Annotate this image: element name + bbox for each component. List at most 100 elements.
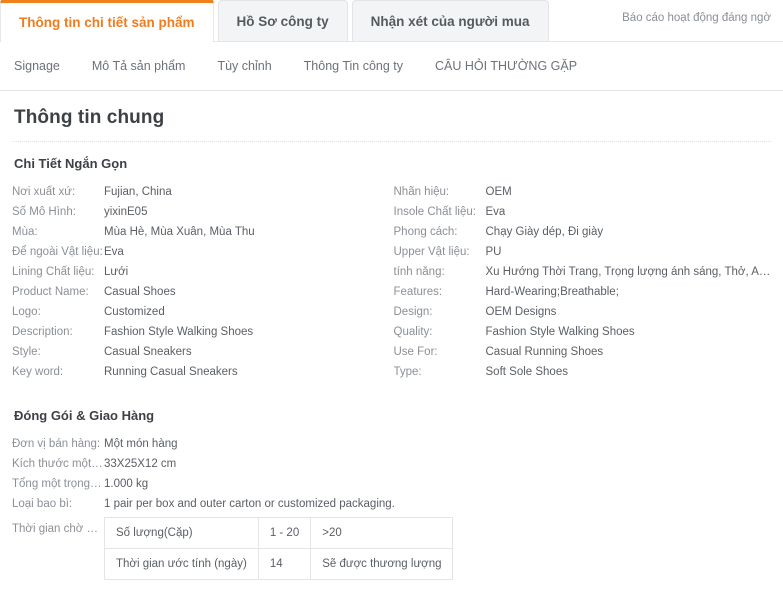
spec-value: OEM [485,186,512,198]
spec-value: yixinE05 [104,206,148,218]
spec-label: tính năng: [393,266,445,278]
pack-value: Một món hàng [104,438,178,450]
page-title: Thông tin chung [14,107,165,128]
pack-value: 33X25X12 cm [104,458,177,470]
table-row: Thời gian ước tính (ngày) 14 Sẽ được thư… [104,548,454,580]
spec-value: PU [485,246,502,258]
spec-row: Key word: Running Casual Sneakers [12,362,392,382]
table-cell: Số lượng(Cặp) [104,517,259,549]
main-content: Thông tin chung Chi Tiết Ngắn Gọn Nơi xu… [0,91,783,600]
spec-row: Upper Vật liệu: PU [394,242,772,262]
spec-row: Description: Fashion Style Walking Shoes [12,322,392,342]
spec-value: Casual Sneakers [104,346,192,358]
spec-value: Fashion Style Walking Shoes [104,326,254,338]
pack-label: Loại bao bì: [12,498,73,510]
tab-label: Thông tin chi tiết sản phẩm [19,14,195,30]
spec-row: Phong cách: Chạy Giày dép, Đi giày [394,222,772,242]
spec-value: Eva [104,246,124,258]
spec-value: Hard-Wearing;Breathable; [485,286,619,298]
quick-details-right-column: Nhãn hiệu: OEM Insole Chất liệu: Eva Pho… [392,182,772,382]
table-cell: Sẽ được thương lượng [310,548,454,580]
lead-time-row: Thời gian chờ giao ... Số lượng(Cặp) 1 -… [12,517,771,580]
table-cell: >20 [310,517,454,549]
pack-label: Tổng một trọng lư... [12,478,104,490]
spec-row: Style: Casual Sneakers [12,342,392,362]
packaging-heading: Đóng Gói & Giao Hàng [14,408,155,423]
tab-company-profile[interactable]: Hồ Sơ công ty [217,0,348,41]
lead-time-label: Thời gian chờ giao ... [12,523,104,535]
spec-row: Type: Soft Sole Shoes [394,362,772,382]
spec-row: Features: Hard-Wearing;Breathable; [394,282,772,302]
nav-item-product-description[interactable]: Mô Tả sản phẩm [92,59,186,73]
spec-label: Description: [12,326,73,338]
tab-product-details[interactable]: Thông tin chi tiết sản phẩm [0,0,214,42]
tab-buyer-reviews[interactable]: Nhận xét của người mua [351,0,549,41]
spec-value: OEM Designs [485,306,557,318]
title-divider [12,141,771,142]
spec-label: Upper Vật liệu: [393,246,470,258]
spec-label: Product Name: [12,286,89,298]
spec-value: Mùa Hè, Mùa Xuân, Mùa Thu [104,226,255,238]
packaging-delivery-section: Đóng Gói & Giao Hàng Đơn vị bán hàng: Mộ… [12,408,771,580]
spec-row: Use For: Casual Running Shoes [394,342,772,362]
nav-item-customization[interactable]: Tùy chỉnh [217,59,271,73]
spec-label: Logo: [12,306,41,318]
tab-bar: Thông tin chi tiết sản phẩm Hồ Sơ công t… [0,0,783,42]
spec-label: Insole Chất liệu: [393,206,476,218]
spec-label: Phong cách: [393,226,458,238]
spec-row: Để ngoài Vật liệu: Eva [12,242,392,262]
spec-label: Để ngoài Vật liệu: [12,246,103,258]
spec-value: Customized [104,306,165,318]
pack-label: Kích thước một ba... [12,458,104,470]
spec-label: Mùa: [12,226,38,238]
nav-item-faq[interactable]: CÂU HỎI THƯỜNG GẶP [435,59,577,73]
pack-row: Tổng một trọng lư... 1.000 kg [12,474,771,494]
spec-value: Fashion Style Walking Shoes [485,326,635,338]
table-cell: 1 - 20 [257,517,312,549]
nav-item-company-info[interactable]: Thông Tin công ty [304,59,403,73]
pack-row: Loại bao bì: 1 pair per box and outer ca… [12,494,771,514]
spec-row: Product Name: Casual Shoes [12,282,392,302]
spec-label: Features: [393,286,443,298]
report-suspicious-activity-link[interactable]: Báo cáo hoạt động đáng ngờ [622,12,771,24]
quick-details-left-column: Nơi xuất xứ: Fujian, China Số Mô Hình: y… [12,182,392,382]
lead-time-table: Số lượng(Cặp) 1 - 20 >20 Thời gian ước t… [104,517,454,580]
spec-value: Casual Shoes [104,286,176,298]
table-row: Số lượng(Cặp) 1 - 20 >20 [104,517,454,549]
spec-label: Nhãn hiệu: [393,186,450,198]
pack-row: Kích thước một ba... 33X25X12 cm [12,454,771,474]
spec-value: Soft Sole Shoes [485,366,568,378]
quick-details-heading: Chi Tiết Ngắn Gọn [14,156,128,171]
spec-row: Nơi xuất xứ: Fujian, China [12,182,392,202]
spec-label: Use For: [393,346,438,358]
pack-value: 1 pair per box and outer carton or custo… [104,498,395,510]
spec-row: Mùa: Mùa Hè, Mùa Xuân, Mùa Thu [12,222,392,242]
table-cell: 14 [257,548,312,580]
spec-row: Lining Chất liệu: Lưới [12,262,392,282]
spec-label: Type: [393,366,422,378]
spec-row: Logo: Customized [12,302,392,322]
spec-row: Quality: Fashion Style Walking Shoes [394,322,772,342]
spec-label: Key word: [12,366,64,378]
section-nav-bar: Signage Mô Tả sản phẩm Tùy chỉnh Thông T… [0,41,783,91]
spec-value: Lưới [104,266,129,278]
spec-value: Fujian, China [104,186,172,198]
nav-item-signage[interactable]: Signage [14,59,60,73]
spec-label: Style: [12,346,41,358]
spec-row: Design: OEM Designs [394,302,772,322]
spec-label: Design: [393,306,433,318]
pack-row: Đơn vị bán hàng: Một món hàng [12,434,771,454]
spec-label: Số Mô Hình: [12,206,76,218]
spec-value: Eva [485,206,506,218]
spec-row: Insole Chất liệu: Eva [394,202,772,222]
tab-label: Nhận xét của người mua [370,13,530,29]
spec-row: Số Mô Hình: yixinE05 [12,202,392,222]
spec-row: tính năng: Xu Hướng Thời Trang, Trọng lư… [394,262,772,282]
tab-label: Hồ Sơ công ty [236,13,329,29]
pack-label: Đơn vị bán hàng: [12,438,101,450]
spec-label: Nơi xuất xứ: [12,186,76,198]
spec-value: Running Casual Sneakers [104,366,238,378]
spec-value: Casual Running Shoes [485,346,604,358]
spec-row: Nhãn hiệu: OEM [394,182,772,202]
pack-value: 1.000 kg [104,478,149,490]
